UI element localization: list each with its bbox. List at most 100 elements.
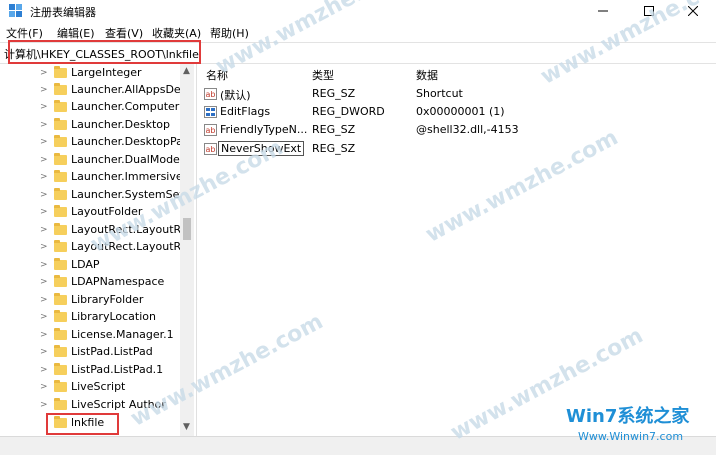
chevron-right-icon[interactable]: >: [40, 206, 50, 218]
scroll-down-icon[interactable]: ▼: [183, 422, 190, 432]
tree-item[interactable]: > LibraryFolder: [0, 292, 180, 309]
folder-icon: [54, 363, 67, 375]
chevron-right-icon[interactable]: >: [40, 224, 50, 236]
folder-icon: [54, 275, 67, 287]
value-type: REG_SZ: [312, 87, 356, 100]
chevron-right-icon[interactable]: >: [40, 119, 50, 131]
logo-url: Www.Winwin7.com: [578, 430, 684, 443]
tree-item[interactable]: > ListPad.ListPad.1: [0, 362, 180, 379]
scroll-up-icon[interactable]: ▲: [183, 66, 190, 76]
folder-icon: [54, 205, 67, 217]
tree-item-label: License.Manager.1: [71, 328, 174, 341]
tree-item-label: LDAPNamespace: [71, 275, 165, 288]
value-type: REG_SZ: [312, 123, 356, 136]
chevron-right-icon[interactable]: >: [40, 84, 50, 96]
tree-item[interactable]: > LDAP: [0, 257, 180, 274]
tree-item-label: LiveScript: [71, 380, 126, 393]
value-name: FriendlyTypeN...: [220, 123, 308, 136]
logo-title: Win7系统之家: [566, 406, 690, 427]
chevron-right-icon[interactable]: >: [40, 67, 50, 79]
folder-icon: [54, 83, 67, 95]
tree-item-label: LibraryFolder: [71, 293, 144, 306]
folder-icon: [54, 170, 67, 182]
chevron-right-icon[interactable]: >: [40, 136, 50, 148]
chevron-right-icon[interactable]: >: [40, 364, 50, 376]
string-value-icon: ab: [204, 88, 217, 100]
scroll-thumb[interactable]: [183, 218, 191, 240]
value-type: REG_SZ: [312, 142, 356, 155]
tree-item[interactable]: > Launcher.Desktop: [0, 117, 180, 134]
values-list: 名称 类型 数据 ab (默认) REG_SZ Shortcut EditFla…: [198, 64, 716, 436]
value-data: @shell32.dll,-4153: [416, 123, 519, 136]
chevron-right-icon[interactable]: >: [40, 311, 50, 323]
folder-icon: [54, 223, 67, 235]
svg-text:ab: ab: [206, 145, 216, 154]
menu-favorites[interactable]: 收藏夹(A): [152, 25, 201, 41]
folder-icon: [54, 100, 67, 112]
tree-item-label: Launcher.Computer: [71, 100, 180, 113]
menu-file[interactable]: 文件(F): [6, 25, 43, 41]
tree-item-label: ListPad.ListPad: [71, 345, 153, 358]
chevron-right-icon[interactable]: >: [40, 101, 50, 113]
folder-icon: [54, 293, 67, 305]
tree-item[interactable]: > LiveScript: [0, 379, 180, 396]
chevron-right-icon[interactable]: >: [40, 329, 50, 341]
column-header-data[interactable]: 数据: [416, 67, 438, 83]
chevron-right-icon[interactable]: >: [40, 294, 50, 306]
column-header-type[interactable]: 类型: [312, 67, 334, 83]
chevron-right-icon[interactable]: >: [40, 154, 50, 166]
tree-item-label: LargeInteger: [71, 66, 142, 79]
menu-edit[interactable]: 编辑(E): [57, 25, 95, 41]
chevron-right-icon[interactable]: >: [40, 259, 50, 271]
tree-item[interactable]: > LargeInteger: [0, 65, 180, 82]
tree-item-label: LibraryLocation: [71, 310, 156, 323]
tree-item[interactable]: > ListPad.ListPad: [0, 344, 180, 361]
chevron-right-icon[interactable]: >: [40, 241, 50, 253]
chevron-right-icon[interactable]: >: [40, 381, 50, 393]
chevron-right-icon[interactable]: >: [40, 399, 50, 411]
folder-icon: [54, 135, 67, 147]
menu-help[interactable]: 帮助(H): [210, 25, 249, 41]
folder-icon: [54, 118, 67, 130]
chevron-right-icon[interactable]: >: [40, 189, 50, 201]
folder-icon: [54, 188, 67, 200]
folder-icon: [54, 153, 67, 165]
tree-item[interactable]: > License.Manager.1: [0, 327, 180, 344]
folder-icon: [54, 398, 67, 410]
folder-icon: [54, 345, 67, 357]
tree-item-label: Launcher.DualModeA: [71, 153, 188, 166]
value-row[interactable]: ab (默认) REG_SZ Shortcut: [198, 85, 716, 103]
chevron-right-icon[interactable]: >: [40, 276, 50, 288]
regedit-icon: [9, 4, 22, 17]
folder-icon: [54, 310, 67, 322]
value-data: 0x00000001 (1): [416, 105, 505, 118]
address-highlight-box: [8, 40, 201, 64]
value-name: (默认): [220, 89, 251, 102]
tree-item-label: LDAP: [71, 258, 100, 271]
tree-item[interactable]: > Launcher.DualModeA: [0, 152, 187, 169]
minimize-icon: [598, 10, 608, 12]
chevron-right-icon[interactable]: >: [40, 346, 50, 358]
selected-key-highlight-box: [46, 413, 119, 435]
folder-icon: [54, 328, 67, 340]
tree-item-label: Launcher.DesktopPac: [71, 135, 189, 148]
value-row[interactable]: EditFlags REG_DWORD 0x00000001 (1): [198, 103, 716, 121]
folder-icon: [54, 240, 67, 252]
svg-text:ab: ab: [206, 90, 216, 99]
string-value-icon: ab: [204, 143, 217, 155]
folder-icon: [54, 258, 67, 270]
tree-item[interactable]: > Launcher.Computer: [0, 99, 180, 116]
tree-item[interactable]: > LDAPNamespace: [0, 274, 180, 291]
tree-item[interactable]: > Launcher.ImmersiveA: [0, 169, 190, 186]
menu-view[interactable]: 查看(V): [105, 25, 143, 41]
dword-value-icon: [204, 106, 217, 118]
value-name: EditFlags: [220, 105, 271, 118]
minimize-button[interactable]: [580, 0, 626, 22]
site-logo: Win7系统之家 Www.Winwin7.com: [558, 402, 716, 452]
tree-item[interactable]: > LibraryLocation: [0, 309, 180, 326]
tree-item[interactable]: > Launcher.DesktopPac: [0, 134, 189, 151]
tree-item[interactable]: > Launcher.AllAppsDesl: [0, 82, 190, 99]
tree-item-label: ListPad.ListPad.1: [71, 363, 164, 376]
chevron-right-icon[interactable]: >: [40, 171, 50, 183]
folder-icon: [54, 380, 67, 392]
